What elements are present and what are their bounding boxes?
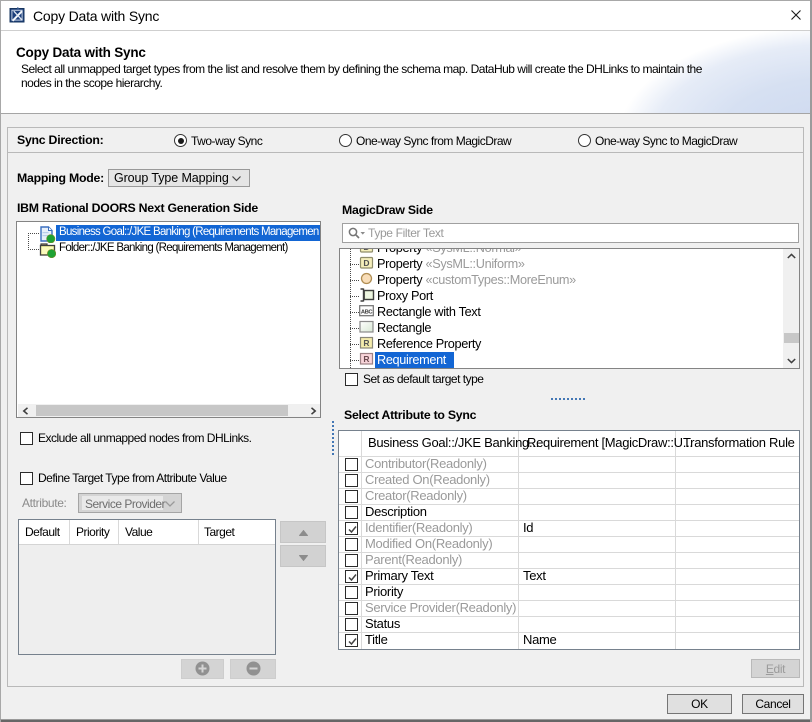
svg-text:R: R	[363, 338, 369, 348]
svg-text:D: D	[363, 248, 369, 252]
svg-text:R: R	[363, 354, 369, 364]
svg-text:ABC: ABC	[361, 309, 374, 315]
svg-text:D: D	[363, 258, 369, 268]
